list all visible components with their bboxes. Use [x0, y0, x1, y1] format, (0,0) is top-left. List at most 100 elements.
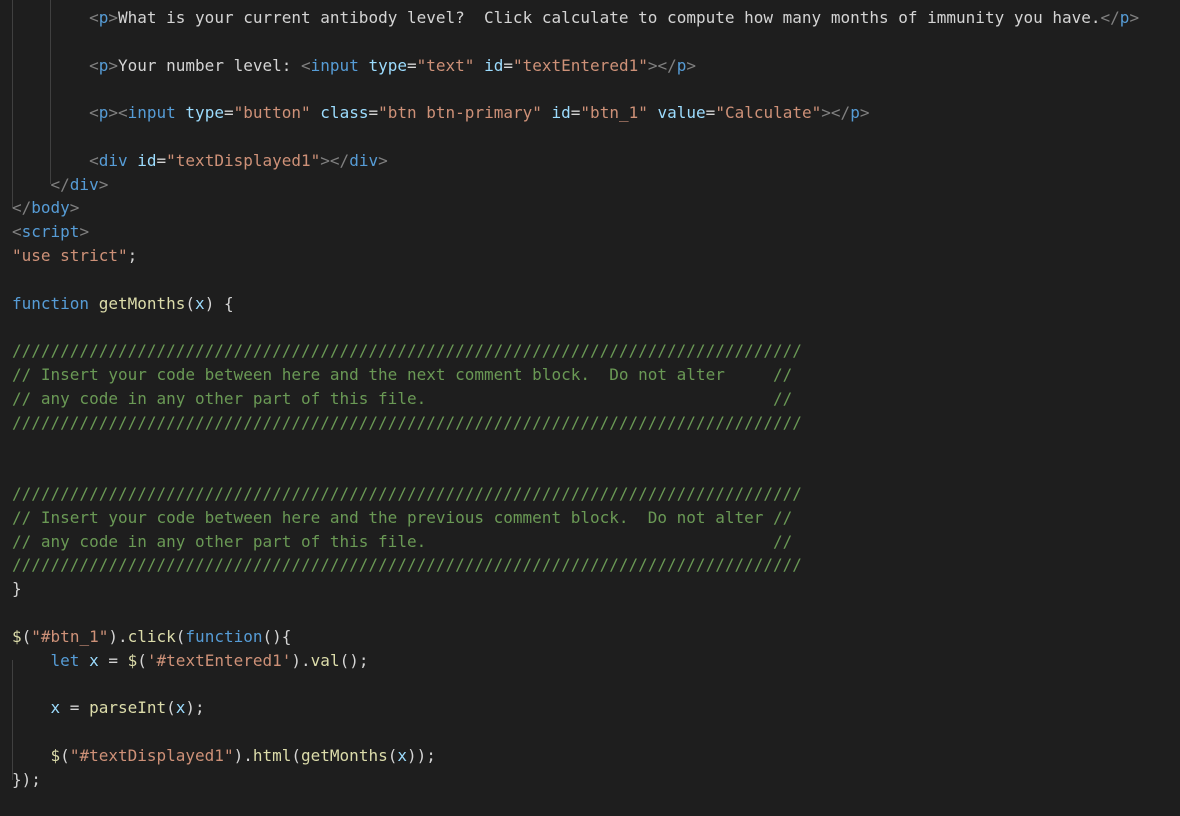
code-token: id	[484, 55, 504, 75]
code-token: x	[89, 650, 99, 670]
code-token: x	[195, 293, 205, 313]
code-line[interactable]: <p>What is your current antibody level? …	[12, 6, 1139, 30]
code-token: "text"	[416, 55, 475, 75]
code-line[interactable]: function getMonths(x) {	[12, 292, 234, 316]
code-token: let	[50, 650, 80, 670]
code-token: ));	[407, 745, 436, 765]
code-token: $	[127, 650, 138, 670]
code-token: p	[98, 55, 109, 75]
code-line[interactable]: ////////////////////////////////////////…	[12, 553, 802, 577]
code-token: <	[301, 55, 311, 75]
code-line[interactable]: <div id="textDisplayed1"></div>	[12, 149, 388, 173]
code-token: ////////////////////////////////////////…	[12, 412, 802, 432]
code-token: p	[98, 8, 109, 27]
code-line[interactable]: ////////////////////////////////////////…	[12, 411, 802, 435]
code-token: =	[407, 55, 417, 75]
code-token: <	[89, 150, 99, 170]
code-token: ></	[320, 150, 350, 170]
code-token: x	[50, 698, 61, 718]
code-token: =	[98, 650, 128, 670]
code-token: });	[12, 769, 41, 789]
code-line[interactable]: }	[12, 577, 22, 601]
code-token: =	[223, 103, 234, 123]
code-token: >	[108, 55, 118, 75]
code-token: >	[79, 222, 90, 242]
code-token: "Calculate"	[715, 103, 822, 123]
code-token: >	[69, 198, 80, 218]
code-token: x	[175, 698, 186, 718]
code-line[interactable]: ////////////////////////////////////////…	[12, 482, 802, 506]
code-editor[interactable]: <p>What is your current antibody level? …	[0, 0, 1180, 816]
code-token: >	[1129, 8, 1140, 27]
code-line[interactable]: // Insert your code between here and the…	[12, 363, 792, 387]
code-token: $	[12, 626, 22, 646]
code-line[interactable]: // any code in any other part of this fi…	[12, 387, 792, 411]
code-line[interactable]: <script>	[12, 220, 89, 244]
code-token: >	[686, 55, 697, 75]
code-line[interactable]: x = parseInt(x);	[12, 696, 205, 720]
code-token: >	[859, 103, 870, 123]
code-token: "btn_1"	[580, 103, 648, 123]
code-line[interactable]: // Insert your code between here and the…	[12, 506, 792, 530]
code-token: // Insert your code between here and the…	[12, 507, 793, 527]
code-token: '#textEntered1'	[146, 650, 292, 670]
code-token: ;	[127, 246, 138, 265]
code-token: =	[503, 55, 513, 75]
code-token: (	[137, 650, 147, 670]
code-token: ).	[108, 626, 128, 646]
code-token: // any code in any other part of this fi…	[12, 531, 793, 551]
code-token: =	[570, 103, 581, 123]
code-line[interactable]: ////////////////////////////////////////…	[12, 339, 802, 363]
code-token: </	[657, 55, 677, 75]
code-token: type	[368, 55, 407, 75]
code-token: ) {	[204, 293, 234, 313]
code-token: getMonths	[98, 293, 186, 313]
code-token: <	[89, 55, 99, 75]
code-line[interactable]: <p><input type="button" class="btn btn-p…	[12, 101, 869, 125]
code-line[interactable]: </body>	[12, 196, 79, 220]
code-token: What is your current antibody level? Cli…	[117, 8, 1101, 27]
code-token: ////////////////////////////////////////…	[12, 341, 802, 361]
code-token: p	[1119, 8, 1130, 27]
code-token: (){	[262, 626, 292, 646]
code-line[interactable]: let x = $('#textEntered1').val();	[12, 649, 369, 673]
code-token: p	[850, 103, 860, 123]
code-token: <	[12, 222, 22, 242]
code-token: div	[69, 174, 99, 194]
code-token: (	[185, 293, 196, 313]
code-token: <	[89, 8, 99, 27]
code-token: "use strict"	[12, 246, 128, 265]
code-token: ></	[821, 103, 851, 123]
code-token: input	[310, 55, 359, 75]
code-token: // Insert your code between here and the…	[12, 365, 793, 384]
code-line[interactable]: $("#textDisplayed1").html(getMonths(x));	[12, 744, 436, 768]
code-token: ).	[233, 745, 253, 765]
code-token: class	[320, 103, 369, 123]
code-token: // any code in any other part of this fi…	[12, 388, 793, 408]
code-line[interactable]: });	[12, 768, 41, 792]
code-token: "button"	[233, 103, 311, 123]
code-token: "btn btn-primary"	[378, 103, 542, 123]
code-token: =	[368, 103, 379, 123]
code-token: type	[185, 103, 224, 123]
code-line[interactable]: "use strict";	[12, 244, 137, 268]
code-line[interactable]: <p>Your number level: <input type="text"…	[12, 54, 696, 78]
code-line[interactable]: </div>	[12, 173, 109, 197]
code-line[interactable]: $("#btn_1").click(function(){	[12, 625, 291, 649]
code-token: body	[31, 198, 70, 218]
code-token: p	[98, 103, 109, 123]
code-token: ////////////////////////////////////////…	[12, 555, 802, 575]
code-line[interactable]: // any code in any other part of this fi…	[12, 530, 792, 554]
code-token: Your number level:	[117, 55, 302, 75]
code-token: ><	[108, 103, 128, 123]
